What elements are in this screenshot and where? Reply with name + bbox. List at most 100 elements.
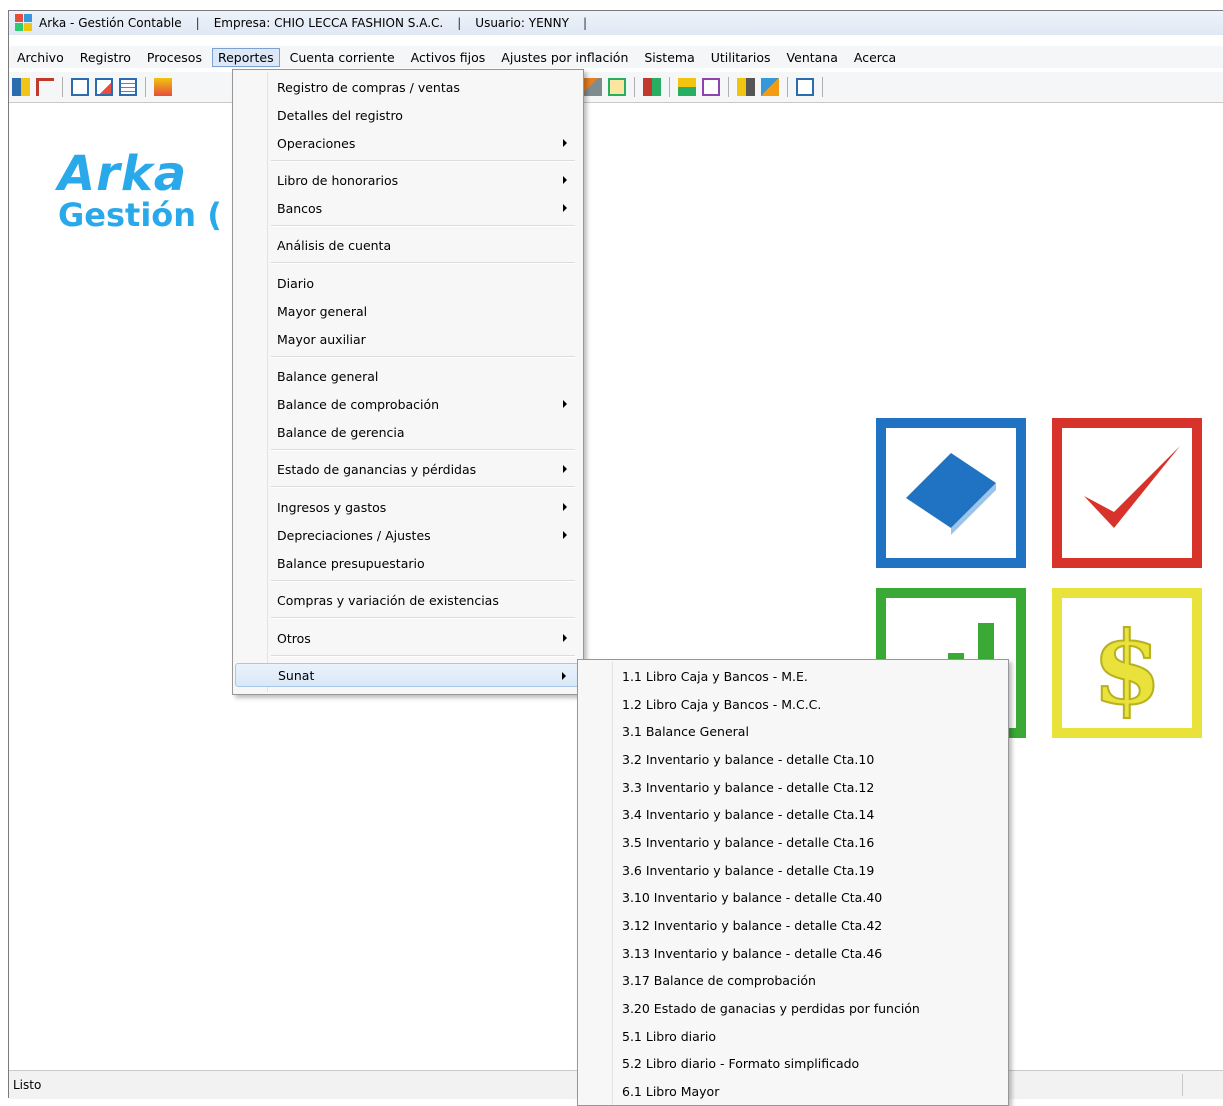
menu-item-balance-gerencia[interactable]: Balance de gerencia bbox=[235, 420, 579, 444]
svg-text:$: $ bbox=[1092, 609, 1162, 727]
menu-item-balance-general[interactable]: Balance general bbox=[235, 364, 579, 388]
menu-registro[interactable]: Registro bbox=[72, 48, 139, 67]
submenu-item-label: 3.17 Balance de comprobación bbox=[622, 972, 816, 988]
submenu-item-label: 3.4 Inventario y balance - detalle Cta.1… bbox=[622, 806, 875, 822]
app-title: Arka - Gestión Contable bbox=[39, 16, 182, 30]
menu-item-label: Análisis de cuenta bbox=[277, 237, 392, 253]
submenu-arrow-icon bbox=[563, 531, 567, 539]
check-tile-icon bbox=[1052, 418, 1202, 568]
menu-item-libro-honorarios[interactable]: Libro de honorarios bbox=[235, 168, 579, 192]
submenu-item-5-1[interactable]: 5.1 Libro diario bbox=[580, 1024, 1004, 1048]
menu-ajustes-inflacion[interactable]: Ajustes por inflación bbox=[493, 48, 636, 67]
menu-sistema[interactable]: Sistema bbox=[636, 48, 702, 67]
submenu-item-3-13[interactable]: 3.13 Inventario y balance - detalle Cta.… bbox=[580, 941, 1004, 965]
tree-icon[interactable] bbox=[36, 78, 54, 96]
submenu-arrow-icon bbox=[563, 503, 567, 511]
menu-item-operaciones[interactable]: Operaciones bbox=[235, 131, 579, 155]
menu-ventana[interactable]: Ventana bbox=[779, 48, 846, 67]
copy-icon[interactable] bbox=[761, 78, 779, 96]
calendar-icon[interactable] bbox=[608, 78, 626, 96]
menu-item-estado-ganancias-perdidas[interactable]: Estado de ganancias y pérdidas bbox=[235, 457, 579, 481]
submenu-item-3-3[interactable]: 3.3 Inventario y balance - detalle Cta.1… bbox=[580, 775, 1004, 799]
submenu-item-3-2[interactable]: 3.2 Inventario y balance - detalle Cta.1… bbox=[580, 747, 1004, 771]
menu-separator bbox=[271, 449, 575, 451]
menu-item-ingresos-gastos[interactable]: Ingresos y gastos bbox=[235, 495, 579, 519]
menu-item-label: Balance de comprobación bbox=[277, 396, 440, 412]
menu-item-label: Otros bbox=[277, 630, 311, 646]
menu-item-depreciaciones-ajustes[interactable]: Depreciaciones / Ajustes bbox=[235, 523, 579, 547]
toolbar-separator bbox=[728, 77, 729, 97]
menu-item-label: Sunat bbox=[278, 667, 315, 683]
submenu-item-label: 3.10 Inventario y balance - detalle Cta.… bbox=[622, 889, 883, 905]
edit-icon[interactable] bbox=[584, 78, 602, 96]
menu-item-analisis-cuenta[interactable]: Análisis de cuenta bbox=[235, 233, 579, 257]
submenu-arrow-icon bbox=[563, 204, 567, 212]
spreadsheet-icon[interactable] bbox=[119, 78, 137, 96]
menu-item-mayor-general[interactable]: Mayor general bbox=[235, 299, 579, 323]
menu-item-balance-presupuestario[interactable]: Balance presupuestario bbox=[235, 551, 579, 575]
submenu-item-3-12[interactable]: 3.12 Inventario y balance - detalle Cta.… bbox=[580, 913, 1004, 937]
menu-acerca[interactable]: Acerca bbox=[846, 48, 904, 67]
submenu-item-3-20[interactable]: 3.20 Estado de ganacias y perdidas por f… bbox=[580, 996, 1004, 1020]
submenu-item-3-1[interactable]: 3.1 Balance General bbox=[580, 719, 1004, 743]
submenu-item-1-1[interactable]: 1.1 Libro Caja y Bancos - M.E. bbox=[580, 664, 1004, 688]
menu-item-label: Estado de ganancias y pérdidas bbox=[277, 461, 477, 477]
toolbar-separator bbox=[787, 77, 788, 97]
menu-item-label: Mayor general bbox=[277, 303, 368, 319]
close-window-icon[interactable] bbox=[796, 78, 814, 96]
submenu-item-5-2[interactable]: 5.2 Libro diario - Formato simplificado bbox=[580, 1051, 1004, 1075]
menu-cuenta-corriente[interactable]: Cuenta corriente bbox=[282, 48, 403, 67]
toolbar bbox=[9, 72, 1223, 103]
submenu-item-6-1[interactable]: 6.1 Libro Mayor bbox=[580, 1079, 1004, 1103]
status-panel bbox=[1182, 1074, 1223, 1096]
menu-item-balance-comprobacion[interactable]: Balance de comprobación bbox=[235, 392, 579, 416]
menu-item-label: Detalles del registro bbox=[277, 107, 403, 123]
title-separator: | bbox=[457, 16, 462, 30]
menu-item-otros[interactable]: Otros bbox=[235, 626, 579, 650]
menu-item-label: Ingresos y gastos bbox=[277, 499, 387, 515]
menu-procesos[interactable]: Procesos bbox=[139, 48, 210, 67]
submenu-item-label: 6.1 Libro Mayor bbox=[622, 1083, 720, 1099]
menu-archivo[interactable]: Archivo bbox=[9, 48, 72, 67]
calculator-icon[interactable] bbox=[702, 78, 720, 96]
book-icon[interactable] bbox=[12, 78, 30, 96]
toolbar-separator bbox=[822, 77, 823, 97]
menu-item-compras-variacion-existencias[interactable]: Compras y variación de existencias bbox=[235, 588, 579, 612]
menu-separator bbox=[271, 225, 575, 227]
menu-item-bancos[interactable]: Bancos bbox=[235, 196, 579, 220]
menu-separator bbox=[271, 617, 575, 619]
menu-utilitarios[interactable]: Utilitarios bbox=[703, 48, 779, 67]
submenu-item-label: 3.2 Inventario y balance - detalle Cta.1… bbox=[622, 751, 875, 767]
submenu-item-3-10[interactable]: 3.10 Inventario y balance - detalle Cta.… bbox=[580, 885, 1004, 909]
menu-item-diario[interactable]: Diario bbox=[235, 271, 579, 295]
money-icon[interactable] bbox=[678, 78, 696, 96]
submenu-item-1-2[interactable]: 1.2 Libro Caja y Bancos - M.C.C. bbox=[580, 692, 1004, 716]
menu-separator bbox=[271, 160, 575, 162]
menu-activos-fijos[interactable]: Activos fijos bbox=[403, 48, 494, 67]
window-icon[interactable] bbox=[71, 78, 89, 96]
menu-item-mayor-auxiliar[interactable]: Mayor auxiliar bbox=[235, 327, 579, 351]
menu-item-label: Bancos bbox=[277, 200, 323, 216]
submenu-item-3-6[interactable]: 3.6 Inventario y balance - detalle Cta.1… bbox=[580, 858, 1004, 882]
chart-icon[interactable] bbox=[154, 78, 172, 96]
submenu-arrow-icon bbox=[562, 672, 566, 680]
company-name: Empresa: CHIO LECCA FASHION S.A.C. bbox=[213, 16, 444, 30]
menu-separator bbox=[271, 486, 575, 488]
menu-reportes[interactable]: Reportes bbox=[211, 47, 280, 67]
menu-item-registro-compras-ventas[interactable]: Registro de compras / ventas bbox=[235, 75, 579, 99]
submenu-item-3-4[interactable]: 3.4 Inventario y balance - detalle Cta.1… bbox=[580, 802, 1004, 826]
submenu-item-3-17[interactable]: 3.17 Balance de comprobación bbox=[580, 968, 1004, 992]
window-delete-icon[interactable] bbox=[95, 78, 113, 96]
boxes-icon[interactable] bbox=[643, 78, 661, 96]
submenu-item-label: 3.13 Inventario y balance - detalle Cta.… bbox=[622, 945, 883, 961]
menu-item-label: Depreciaciones / Ajustes bbox=[277, 527, 431, 543]
submenu-item-3-5[interactable]: 3.5 Inventario y balance - detalle Cta.1… bbox=[580, 830, 1004, 854]
menu-item-detalles-registro[interactable]: Detalles del registro bbox=[235, 103, 579, 127]
menu-item-sunat[interactable]: Sunat bbox=[235, 663, 579, 687]
logo-name: Arka bbox=[58, 146, 188, 202]
paste-icon[interactable] bbox=[737, 78, 755, 96]
submenu-arrow-icon bbox=[563, 465, 567, 473]
submenu-item-label: 5.2 Libro diario - Formato simplificado bbox=[622, 1055, 860, 1071]
toolbar-separator bbox=[669, 77, 670, 97]
submenu-item-label: 3.6 Inventario y balance - detalle Cta.1… bbox=[622, 862, 875, 878]
